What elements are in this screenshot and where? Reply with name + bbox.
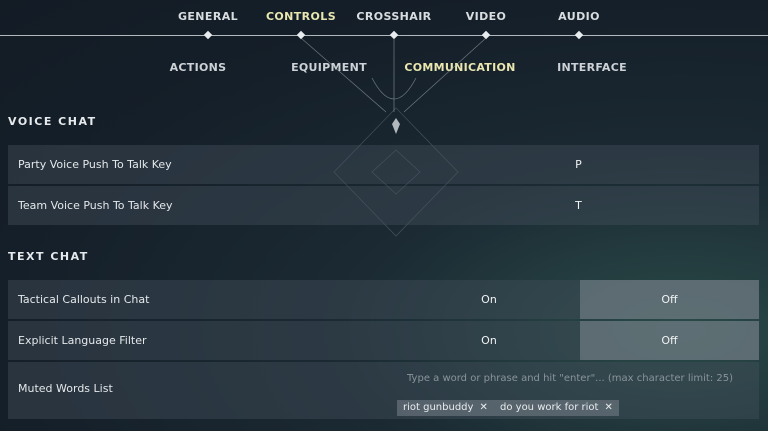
setting-row-tactical-callouts: Tactical Callouts in Chat On Off bbox=[8, 280, 759, 319]
option-off[interactable]: Off bbox=[580, 321, 759, 360]
diamond-icon bbox=[203, 30, 213, 40]
tab-audio[interactable]: AUDIO bbox=[558, 10, 600, 23]
setting-label: Muted Words List bbox=[18, 382, 113, 395]
setting-row-party-voice: Party Voice Push To Talk Key P bbox=[8, 145, 759, 184]
section-title-voice-chat: VOICE CHAT bbox=[8, 115, 97, 128]
tab-crosshair[interactable]: CROSSHAIR bbox=[356, 10, 431, 23]
option-on[interactable]: On bbox=[398, 321, 580, 360]
tab-general[interactable]: GENERAL bbox=[178, 10, 238, 23]
setting-label: Party Voice Push To Talk Key bbox=[18, 158, 172, 171]
muted-words-input[interactable]: Type a word or phrase and hit "enter"...… bbox=[407, 373, 733, 384]
close-icon[interactable]: ✕ bbox=[604, 402, 612, 413]
diamond-icon bbox=[296, 30, 306, 40]
tag-label: do you work for riot bbox=[500, 402, 599, 413]
tab-bar-line bbox=[0, 35, 768, 36]
tab-controls[interactable]: CONTROLS bbox=[266, 10, 336, 23]
muted-word-tag: riot gunbuddy ✕ bbox=[397, 400, 494, 416]
subtab-communication[interactable]: COMMUNICATION bbox=[404, 61, 515, 74]
subtab-equipment[interactable]: EQUIPMENT bbox=[291, 61, 367, 74]
setting-label: Explicit Language Filter bbox=[18, 334, 147, 347]
tag-label: riot gunbuddy bbox=[403, 402, 474, 413]
subtab-actions[interactable]: ACTIONS bbox=[170, 61, 227, 74]
diamond-icon bbox=[389, 30, 399, 40]
keybind-party-voice[interactable]: P bbox=[398, 145, 759, 184]
option-off[interactable]: Off bbox=[580, 280, 759, 319]
tab-video[interactable]: VIDEO bbox=[466, 10, 507, 23]
diamond-icon bbox=[481, 30, 491, 40]
muted-word-tag: do you work for riot ✕ bbox=[494, 400, 619, 416]
option-on[interactable]: On bbox=[398, 280, 580, 319]
diamond-icon bbox=[574, 30, 584, 40]
keybind-team-voice[interactable]: T bbox=[398, 186, 759, 225]
section-title-text-chat: TEXT CHAT bbox=[8, 250, 89, 263]
setting-row-muted-words: Muted Words List bbox=[8, 362, 759, 419]
subtab-interface[interactable]: INTERFACE bbox=[557, 61, 627, 74]
setting-row-team-voice: Team Voice Push To Talk Key T bbox=[8, 186, 759, 225]
setting-label: Team Voice Push To Talk Key bbox=[18, 199, 173, 212]
setting-label: Tactical Callouts in Chat bbox=[18, 293, 150, 306]
setting-row-explicit-filter: Explicit Language Filter On Off bbox=[8, 321, 759, 360]
close-icon[interactable]: ✕ bbox=[479, 402, 487, 413]
